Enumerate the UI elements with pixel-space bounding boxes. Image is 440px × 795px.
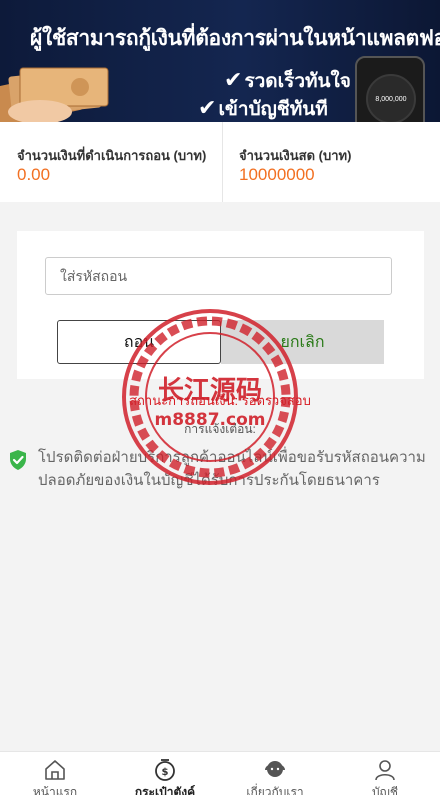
support-icon (265, 761, 285, 777)
in-progress-value: 0.00 (17, 165, 51, 184)
wallet-icon: $ (155, 759, 175, 781)
cash-value: 10000000 (239, 165, 315, 184)
banner-instant-text: ✔ เข้าบัญชีทันที (198, 96, 328, 121)
home-icon (45, 760, 65, 780)
money-illustration-icon (0, 67, 109, 122)
tab-wallet[interactable]: $ กระเป๋าตังค์ (110, 752, 220, 795)
cash-balance: จำนวนเงินสด (บาท) 10000000 (222, 122, 440, 202)
svg-text:$: $ (162, 767, 169, 778)
withdraw-button[interactable]: ถอน (57, 320, 221, 364)
withdraw-form: ถอน ยกเลิก (17, 231, 424, 379)
tab-home[interactable]: หน้าแรก (0, 752, 110, 795)
balance-summary: จำนวนเงินที่ดำเนินการถอน (บาท) 0.00 จำนว… (0, 122, 440, 202)
banner-title: ผู้ใช้สามารถกู้เงินที่ต้องการผ่านในหน้าแ… (30, 26, 440, 50)
tab-account-label: บัญชี (372, 785, 398, 795)
security-notice-text: โปรดติดต่อฝ่ายบริการลูกค้าออนไลน์เพื่อขอ… (38, 449, 426, 489)
tab-about-label: เกี่ยวกับเรา (246, 785, 304, 795)
shield-check-icon (10, 450, 26, 470)
withdraw-status: สถานะการถอนเงิน: รอตรวจสอบ (129, 393, 311, 408)
cancel-button[interactable]: ยกเลิก (221, 320, 384, 364)
notification-label: การแจ้งเตือน: (184, 422, 256, 436)
tab-wallet-label: กระเป๋าตังค์ (134, 785, 196, 795)
bottom-tab-bar: หน้าแรก $ กระเป๋าตังค์ เกี่ยวกับเรา บัญช… (0, 751, 440, 795)
withdraw-code-input[interactable] (45, 257, 392, 295)
phone-amount: 8,000,000 (375, 96, 407, 103)
in-progress-label: จำนวนเงินที่ดำเนินการถอน (บาท) (17, 148, 207, 163)
phone-illustration: 8,000,000 (355, 56, 425, 122)
banner-fast-text: ✔ รวดเร็วทันใจ (224, 68, 351, 93)
phone-balance-ring: 8,000,000 (366, 74, 416, 122)
tab-about[interactable]: เกี่ยวกับเรา (220, 752, 330, 795)
user-icon (375, 760, 395, 781)
withdraw-in-progress: จำนวนเงินที่ดำเนินการถอน (บาท) 0.00 (0, 122, 222, 202)
tab-account[interactable]: บัญชี (330, 752, 440, 795)
promo-banner: ผู้ใช้สามารถกู้เงินที่ต้องการผ่านในหน้าแ… (0, 0, 440, 122)
cash-label: จำนวนเงินสด (บาท) (239, 148, 352, 163)
tab-home-label: หน้าแรก (32, 785, 78, 795)
